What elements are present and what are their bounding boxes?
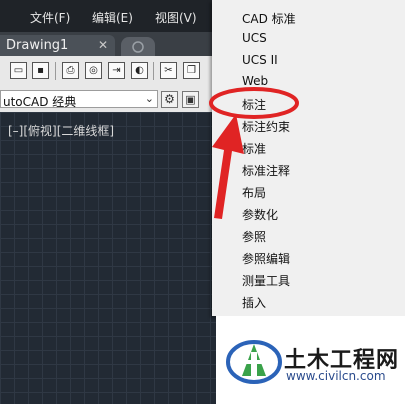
copy-icon[interactable]: ❐ xyxy=(183,62,200,79)
menu-view[interactable]: 视图(V) xyxy=(155,9,197,26)
menu-item-ucs[interactable]: UCS xyxy=(242,31,267,45)
toolbar-context-menu: CAD 标准 UCS UCS II Web 标注 标注约束 ✓ 标准 标准注释 … xyxy=(212,0,405,316)
toolbar-separator xyxy=(153,62,154,80)
watermark-url: www.civilcn.com xyxy=(286,369,386,383)
menu-item-dimension[interactable]: 标注 xyxy=(242,96,266,113)
menu-item-web[interactable]: Web xyxy=(242,74,268,88)
viewport-label[interactable]: [–][俯视][二维线框] xyxy=(8,122,114,139)
workspace-select-value: utoCAD 经典 xyxy=(3,95,77,109)
menu-item-reference[interactable]: 参照 xyxy=(242,228,266,245)
new-tab-button[interactable] xyxy=(121,37,155,56)
publish-icon[interactable]: ⇥ xyxy=(108,62,125,79)
save-icon[interactable]: ▪ xyxy=(32,62,49,79)
menu-item-parametric[interactable]: 参数化 xyxy=(242,206,278,223)
menu-item-insert[interactable]: 插入 xyxy=(242,294,266,311)
menu-item-standard[interactable]: 标准 xyxy=(242,140,266,157)
new-tab-icon xyxy=(132,41,144,53)
chevron-down-icon: ⌄ xyxy=(144,92,154,105)
menu-item-layout[interactable]: 布局 xyxy=(242,184,266,201)
tab-drawing1-label: Drawing1 xyxy=(6,38,69,53)
workspace-settings-icon[interactable]: ▣ xyxy=(182,91,199,108)
menu-item-reference-edit[interactable]: 参照编辑 xyxy=(242,250,290,267)
watermark-logo: 土木工程网 www.civilcn.com xyxy=(216,316,405,404)
check-icon: ✓ xyxy=(217,136,230,154)
toolbar-separator xyxy=(55,62,56,80)
menu-item-cad-standard[interactable]: CAD 标准 xyxy=(242,10,296,27)
cut-icon[interactable]: ✂ xyxy=(160,62,177,79)
gear-icon[interactable]: ⚙ xyxy=(161,91,178,108)
globe-icon[interactable]: ◐ xyxy=(131,62,148,79)
menu-item-dimension-constraint[interactable]: 标注约束 xyxy=(242,118,290,135)
tab-drawing1[interactable]: Drawing1 ✕ xyxy=(0,35,115,56)
close-icon[interactable]: ✕ xyxy=(98,38,108,52)
menu-item-ucs-ii[interactable]: UCS II xyxy=(242,53,278,67)
workspace-select[interactable]: utoCAD 经典 ⌄ xyxy=(0,90,158,109)
menu-item-standard-annotation[interactable]: 标准注释 xyxy=(242,162,290,179)
menu-item-measure-tools[interactable]: 测量工具 xyxy=(242,272,290,289)
print-preview-icon[interactable]: ◎ xyxy=(85,62,102,79)
autocad-window: 文件(F) 编辑(E) 视图(V) Drawing1 ✕ ▭ ▪ ⎙ ◎ ⇥ ◐… xyxy=(0,0,405,404)
print-icon[interactable]: ⎙ xyxy=(62,62,79,79)
civilcn-logo-icon xyxy=(226,340,282,384)
menu-edit[interactable]: 编辑(E) xyxy=(92,9,133,26)
menu-file[interactable]: 文件(F) xyxy=(30,9,70,26)
open-icon[interactable]: ▭ xyxy=(10,62,27,79)
